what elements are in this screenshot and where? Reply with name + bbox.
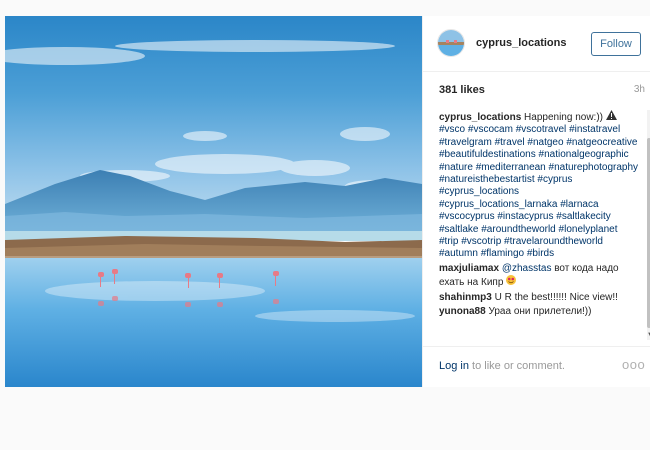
- post-author-username[interactable]: cyprus_locations: [476, 37, 566, 49]
- comment-text: U R the best!!!!!! Nice view!!: [494, 291, 618, 303]
- hashtag-link[interactable]: #nationalgeographic: [539, 149, 629, 160]
- hashtag-link[interactable]: #instatravel: [569, 124, 620, 135]
- flamingo-lake-image: [5, 16, 422, 387]
- hashtag-link[interactable]: #natgeo: [527, 137, 563, 148]
- hashtag-link[interactable]: #vscotravel: [516, 124, 567, 135]
- hashtag-link[interactable]: #birds: [527, 248, 554, 259]
- login-link[interactable]: Log in: [439, 360, 469, 372]
- comment-item: yunona88 Ураа они прилетели!)): [439, 306, 639, 318]
- hashtag-link[interactable]: #flamingo: [481, 248, 524, 259]
- hashtag-link[interactable]: #travel: [495, 137, 525, 148]
- hashtag-link[interactable]: #mediterranean: [476, 162, 546, 173]
- comment-username[interactable]: shahinmp3: [439, 292, 492, 303]
- login-prompt: Log in to like or comment.: [439, 360, 565, 372]
- instagram-post: cyprus_locations Follow 381 likes 3h cyp…: [5, 16, 650, 387]
- avatar-flamingo-lake-icon: [438, 30, 464, 56]
- heart-eyes-icon: [506, 275, 517, 288]
- hashtag-link[interactable]: #larnaca: [560, 199, 598, 210]
- comment-mention[interactable]: @zhasstas: [502, 263, 552, 274]
- hashtag-link[interactable]: #travelaroundtheworld: [504, 236, 603, 247]
- hashtag-link[interactable]: #natgeocreative: [566, 137, 637, 148]
- comment-item: maxjuliamax @zhasstas вот кода надо ехат…: [439, 263, 639, 290]
- post-header: cyprus_locations Follow: [423, 16, 650, 72]
- hashtag-link[interactable]: #saltlake: [439, 224, 478, 235]
- hashtag-link[interactable]: #autumn: [439, 248, 478, 259]
- hashtag-link[interactable]: #vscotrip: [461, 236, 501, 247]
- comment-username[interactable]: maxjuliamax: [439, 263, 499, 274]
- hashtag-link[interactable]: #cyprus: [537, 174, 572, 185]
- hashtag-link[interactable]: #vscocam: [468, 124, 513, 135]
- hashtag-link[interactable]: #cyprus_locations: [439, 186, 519, 197]
- hashtag-link[interactable]: #nature: [439, 162, 473, 173]
- hashtag-link[interactable]: #travelgram: [439, 137, 492, 148]
- likes-count[interactable]: 381 likes: [439, 84, 485, 96]
- post-time[interactable]: 3h: [634, 84, 645, 95]
- post-footer: Log in to like or comment. ooo: [423, 346, 650, 387]
- hashtag-link[interactable]: #lonelyplanet: [559, 224, 618, 235]
- hashtag-link[interactable]: #trip: [439, 236, 458, 247]
- hashtag-link[interactable]: #naturephotography: [549, 162, 639, 173]
- hashtag-link[interactable]: #aroundtheworld: [481, 224, 556, 235]
- hashtag-link[interactable]: #cyprus_locations_larnaka: [439, 199, 557, 210]
- more-options-button[interactable]: ooo: [622, 357, 645, 372]
- hashtag-link[interactable]: #vscocyprus: [439, 211, 495, 222]
- user-avatar[interactable]: [437, 29, 465, 57]
- hashtag-link[interactable]: #instacyprus: [497, 211, 553, 222]
- comment-item: shahinmp3 U R the best!!!!!! Nice view!!: [439, 292, 639, 304]
- hashtag-link[interactable]: #saltlakecity: [556, 211, 610, 222]
- post-details-panel: cyprus_locations Follow 381 likes 3h cyp…: [422, 16, 650, 387]
- comment-username[interactable]: yunona88: [439, 306, 486, 317]
- post-photo[interactable]: [5, 16, 422, 387]
- caption-hashtags: #vsco #vscocam #vscotravel #instatravel …: [439, 124, 638, 259]
- follow-button[interactable]: Follow: [591, 32, 641, 56]
- comments-list[interactable]: cyprus_locations Happening now:)) #vsco …: [439, 110, 639, 340]
- comment-text: Ураа они прилетели!)): [488, 306, 592, 318]
- login-prompt-text: to like or comment.: [468, 360, 565, 372]
- caption-text: Happening now:)): [524, 112, 603, 123]
- warning-sign-icon: [605, 110, 617, 123]
- hashtag-link[interactable]: #beautifuldestinations: [439, 149, 536, 160]
- caption-username[interactable]: cyprus_locations: [439, 112, 521, 123]
- hashtag-link[interactable]: #vsco: [439, 124, 465, 135]
- caption: cyprus_locations Happening now:)) #vsco …: [439, 110, 639, 261]
- hashtag-link[interactable]: #natureisthebestartist: [439, 174, 535, 185]
